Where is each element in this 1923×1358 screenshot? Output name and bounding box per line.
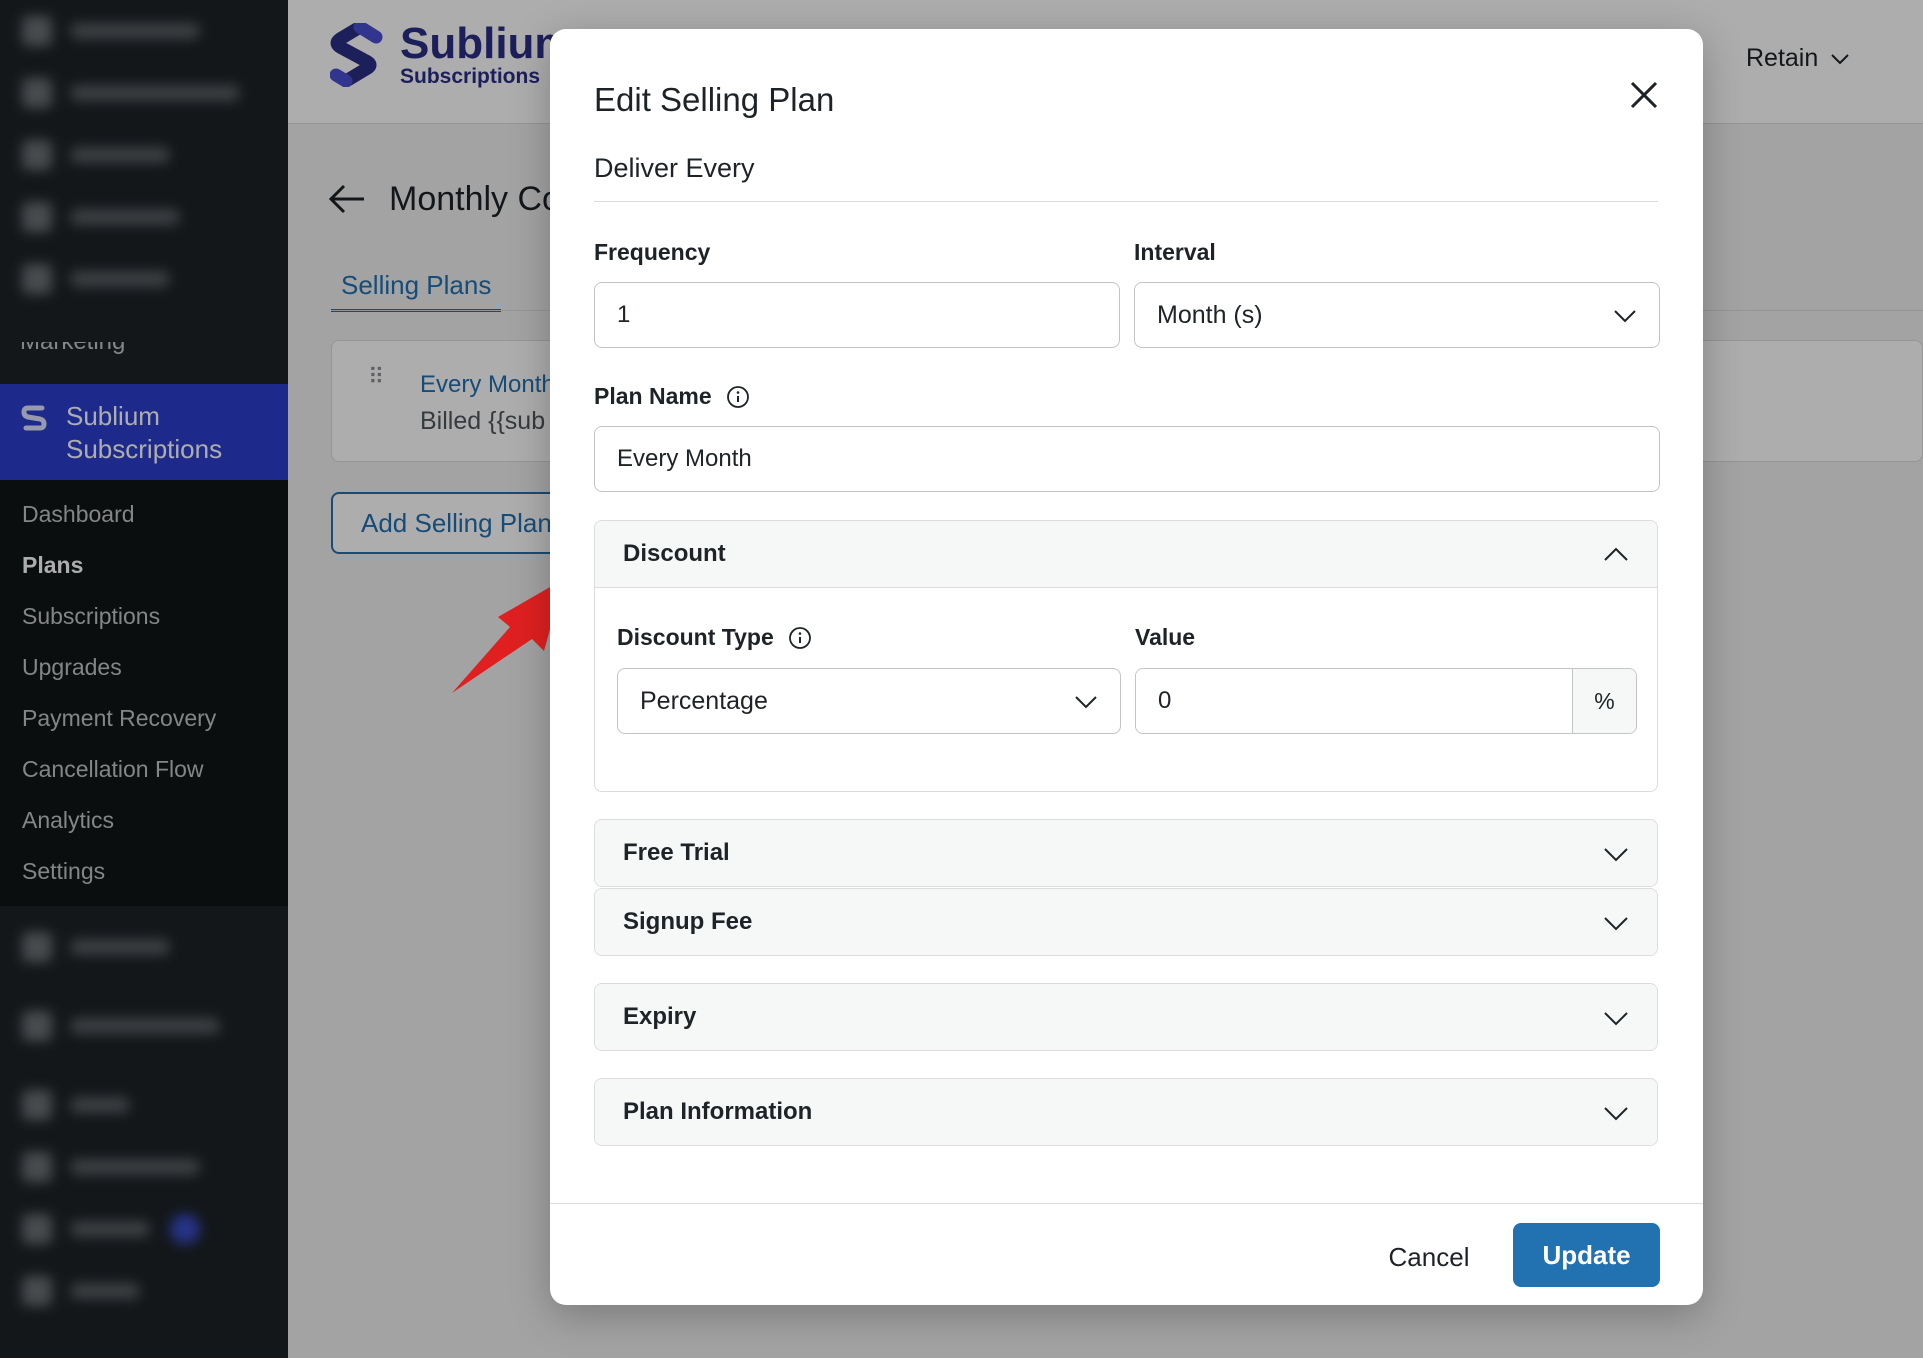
edit-selling-plan-modal: Edit Selling Plan Deliver Every Frequenc… bbox=[550, 29, 1703, 1305]
info-icon[interactable] bbox=[788, 626, 812, 650]
frequency-input[interactable] bbox=[594, 282, 1120, 348]
discount-type-select[interactable]: Percentage bbox=[617, 668, 1121, 734]
interval-select[interactable]: Month (s) bbox=[1134, 282, 1660, 348]
chevron-down-icon bbox=[1604, 1107, 1628, 1121]
cancel-button[interactable]: Cancel bbox=[1354, 1225, 1504, 1289]
plan-information-section[interactable]: Plan Information bbox=[594, 1078, 1658, 1146]
frequency-label: Frequency bbox=[594, 239, 711, 265]
close-button[interactable] bbox=[1622, 73, 1666, 117]
chevron-down-icon bbox=[1614, 310, 1636, 323]
expiry-section[interactable]: Expiry bbox=[594, 983, 1658, 1051]
discount-value-input[interactable] bbox=[1136, 669, 1572, 733]
chevron-down-icon bbox=[1604, 917, 1628, 931]
update-button[interactable]: Update bbox=[1513, 1223, 1660, 1287]
discount-type-value: Percentage bbox=[640, 686, 768, 715]
plan-name-input[interactable] bbox=[594, 426, 1660, 492]
discount-type-label: Discount Type bbox=[617, 624, 812, 651]
section-divider bbox=[594, 201, 1658, 202]
discount-body: Discount Type Percentage Value % bbox=[595, 587, 1657, 791]
free-trial-section[interactable]: Free Trial bbox=[594, 819, 1658, 887]
percent-suffix: % bbox=[1572, 669, 1636, 733]
deliver-every-heading: Deliver Every bbox=[594, 153, 755, 183]
interval-value: Month (s) bbox=[1157, 300, 1263, 329]
chevron-down-icon bbox=[1604, 848, 1628, 862]
signup-fee-header[interactable]: Signup Fee bbox=[595, 889, 1657, 955]
discount-value-field: % bbox=[1135, 668, 1637, 734]
discount-section: Discount Discount Type Percentage Value … bbox=[594, 520, 1658, 792]
plan-information-header[interactable]: Plan Information bbox=[595, 1079, 1657, 1145]
expiry-header[interactable]: Expiry bbox=[595, 984, 1657, 1050]
plan-name-label: Plan Name bbox=[594, 383, 750, 410]
modal-title: Edit Selling Plan bbox=[594, 81, 835, 118]
chevron-down-icon bbox=[1075, 696, 1097, 709]
chevron-up-icon bbox=[1604, 547, 1628, 561]
info-icon[interactable] bbox=[726, 385, 750, 409]
discount-value-label: Value bbox=[1135, 624, 1196, 650]
footer-divider bbox=[550, 1203, 1703, 1204]
close-icon bbox=[1630, 81, 1658, 109]
interval-label: Interval bbox=[1134, 239, 1216, 265]
chevron-down-icon bbox=[1604, 1012, 1628, 1026]
signup-fee-section[interactable]: Signup Fee bbox=[594, 888, 1658, 956]
discount-header[interactable]: Discount bbox=[595, 521, 1657, 587]
free-trial-header[interactable]: Free Trial bbox=[595, 820, 1657, 886]
